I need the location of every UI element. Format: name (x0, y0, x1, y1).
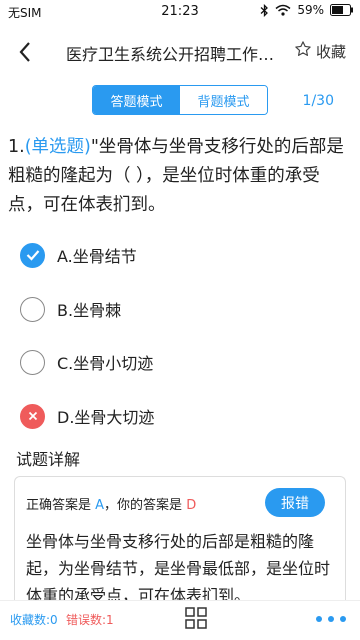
correct-answer: A (95, 498, 105, 513)
bottom-bar: 收藏数:0 错误数:1 (0, 600, 360, 640)
option-label: B.坐骨棘 (57, 301, 122, 320)
correct-answer-prefix: 正确答案是 (26, 498, 96, 513)
chevron-left-icon (14, 42, 40, 70)
favorite-label: 收藏 (315, 42, 346, 61)
radio-empty-icon (20, 349, 45, 375)
star-outline-icon (294, 40, 312, 62)
more-dots-icon[interactable] (316, 616, 346, 622)
option-d[interactable]: D.坐骨大切迹 (20, 401, 154, 431)
question-progress: 1/30 (302, 93, 334, 109)
radio-empty-icon (20, 296, 45, 322)
user-answer-prefix: ，你的答案是 (104, 498, 187, 513)
nav-header: 医疗卫生系统公开招聘工作人员考试题库 收藏 (0, 30, 360, 74)
check-icon (20, 242, 45, 268)
status-bar: 无SIM 21:23 59% (0, 0, 360, 24)
battery-icon (330, 4, 354, 16)
question-number: 1. (8, 137, 25, 157)
option-label: A.坐骨结节 (57, 247, 137, 266)
bluetooth-icon (260, 3, 269, 17)
explanation-title: 试题详解 (16, 450, 81, 469)
tab-memorize-mode[interactable]: 背题模式 (180, 86, 267, 114)
option-label: D.坐骨大切迹 (57, 408, 155, 427)
dot (340, 616, 346, 622)
cross-icon (20, 403, 45, 429)
mode-toggle: 答题模式 背题模式 (92, 85, 268, 115)
answer-summary: 正确答案是 A，你的答案是 D (26, 494, 196, 513)
favorites-count: 收藏数:0 (10, 613, 58, 627)
explanation-card: 正确答案是 A，你的答案是 D 报错 坐骨体与坐骨支移行处的后部是粗糙的隆起，为… (14, 476, 346, 606)
explanation-text: 坐骨体与坐骨支移行处的后部是粗糙的隆起，为坐骨结节，是坐骨最低部，是坐位时体重的… (26, 532, 331, 605)
page-title: 医疗卫生系统公开招聘工作人员考试题库 (66, 45, 284, 64)
option-b[interactable]: B.坐骨棘 (20, 294, 121, 324)
report-error-button[interactable]: 报错 (265, 488, 325, 517)
question-grid-button[interactable] (184, 606, 208, 630)
dot (328, 616, 334, 622)
status-icons: 59% (260, 3, 354, 17)
favorite-button[interactable]: 收藏 (294, 40, 346, 62)
back-button[interactable] (14, 38, 40, 66)
battery-percent: 59% (297, 3, 324, 17)
option-label: C.坐骨小切迹 (57, 354, 154, 373)
option-a[interactable]: A.坐骨结节 (20, 240, 137, 270)
wifi-icon (275, 4, 291, 16)
dot (316, 616, 322, 622)
errors-count: 错误数:1 (66, 613, 114, 627)
user-answer: D (186, 498, 197, 513)
grid-icon (184, 607, 208, 634)
option-c[interactable]: C.坐骨小切迹 (20, 347, 153, 377)
question-text: 1.(单选题)"坐骨体与坐骨支移行处的后部是粗糙的隆起为（ ），是坐位时体重的承… (8, 133, 354, 220)
question-type: (单选题) (24, 137, 91, 157)
tab-answer-mode[interactable]: 答题模式 (93, 86, 180, 114)
